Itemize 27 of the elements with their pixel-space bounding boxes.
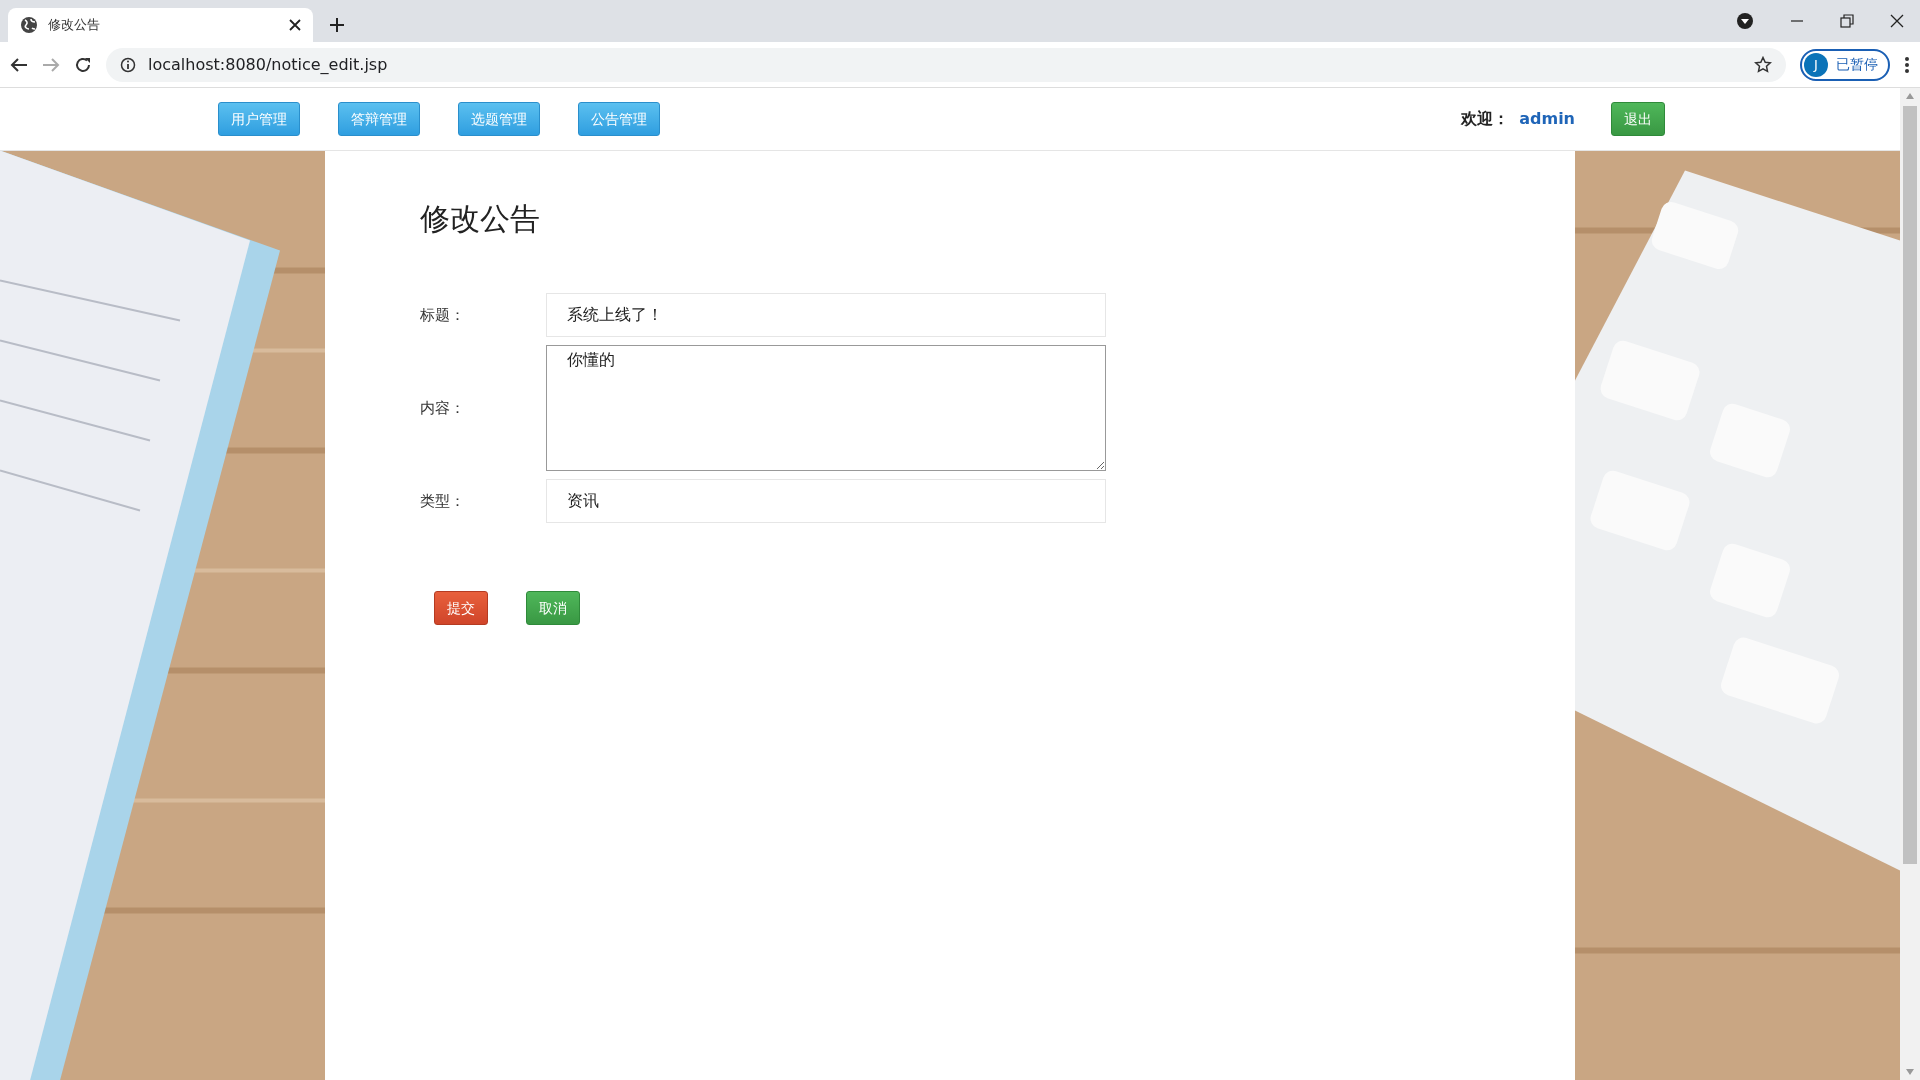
welcome-label: 欢迎： bbox=[1461, 108, 1510, 130]
close-icon[interactable] bbox=[289, 19, 301, 31]
back-arrow-icon[interactable] bbox=[10, 55, 28, 74]
new-tab-icon[interactable] bbox=[329, 17, 345, 33]
dropdown-icon[interactable] bbox=[1736, 12, 1754, 30]
username-link[interactable]: admin bbox=[1519, 107, 1575, 131]
address-bar[interactable]: localhost:8080/notice_edit.jsp bbox=[106, 47, 1786, 82]
star-icon[interactable] bbox=[1754, 55, 1772, 74]
field-label: 标题： bbox=[420, 304, 466, 326]
submit-button[interactable]: 提交 bbox=[434, 591, 488, 626]
menu-icon[interactable] bbox=[1904, 55, 1910, 74]
cancel-button[interactable]: 取消 bbox=[526, 591, 580, 626]
profile-button[interactable]: J 已暂停 bbox=[1800, 48, 1890, 81]
page-heading: 修改公告 bbox=[420, 201, 541, 237]
input-field[interactable]: 资讯 bbox=[546, 479, 1106, 523]
field-label: 类型： bbox=[420, 490, 466, 512]
input-field[interactable]: 系统上线了！ bbox=[546, 293, 1106, 337]
restore-icon[interactable] bbox=[1840, 14, 1854, 28]
scrollbar-thumb[interactable] bbox=[1903, 106, 1917, 864]
globe-icon bbox=[20, 16, 38, 34]
field-label: 内容： bbox=[420, 397, 466, 419]
close-icon[interactable] bbox=[1890, 14, 1904, 28]
logout-button[interactable]: 退出 bbox=[1611, 101, 1665, 137]
reload-icon[interactable] bbox=[74, 55, 92, 74]
info-icon bbox=[120, 56, 136, 73]
content-textarea[interactable]: 你懂的 bbox=[546, 345, 1106, 471]
url-text: localhost:8080/notice_edit.jsp bbox=[148, 53, 389, 76]
